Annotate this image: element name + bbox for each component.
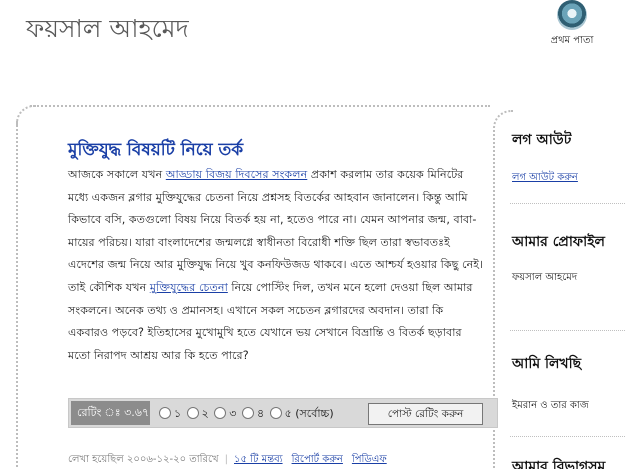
category-heading: আমার বিভাগসমূ (512, 459, 606, 469)
site-title[interactable]: ফয়সাল আহমেদ (26, 9, 189, 52)
home-globe-icon[interactable] (557, 0, 587, 30)
profile-heading: আমার প্রোফাইল (512, 234, 605, 250)
rating-bar: রেটিং ঃ ৩.৬৭ ১ ২ ৩ ৪ ৫ (সর্বোচ্চ) পোস্ট … (68, 398, 498, 428)
post-meta: লেখা হয়েছিল ২০০৬-১২-২০ তারিখে | ১৫ টি মন্… (68, 452, 396, 469)
post-date: লেখা হয়েছিল ২০০৬-১২-২০ তারিখে (68, 454, 219, 465)
rating-value: রেটিং ঃ ৩.৬৭ (71, 401, 150, 425)
post-link-spirit[interactable]: মুক্তিযুদ্ধের চেতনা (150, 281, 228, 294)
sidebar-divider (510, 330, 625, 331)
rating-option-3[interactable]: ৩ (214, 403, 236, 425)
logout-heading: লগ আউট (512, 132, 572, 148)
radio-icon[interactable] (214, 407, 227, 419)
home-link[interactable]: প্রথম পাতা (540, 0, 604, 50)
radio-icon[interactable] (241, 407, 254, 419)
rating-option-5[interactable]: ৫ (সর্বোচ্চ) (269, 403, 334, 425)
writing-item[interactable]: ইমরান ও তার কাজ (512, 398, 589, 415)
rate-post-button[interactable]: পোস্ট রেটিং করুন (368, 403, 483, 425)
sidebar-divider (510, 436, 625, 437)
post-text-2: প্রকাশ করলাম তার কয়েক মিনিটের মধ্যে একজ… (68, 168, 484, 294)
meta-separator: | (224, 454, 228, 465)
logout-link[interactable]: লগ আউট করুন (512, 170, 578, 187)
profile-name[interactable]: ফয়সাল আহমেদ (512, 270, 577, 287)
radio-icon[interactable] (269, 407, 282, 419)
radio-icon[interactable] (159, 407, 171, 419)
frame-left-border (16, 121, 18, 469)
rating-option-4[interactable]: ৪ (241, 403, 264, 425)
rating-option-2[interactable]: ২ (186, 403, 209, 425)
rating-options: ১ ২ ৩ ৪ ৫ (সর্বোচ্চ) (159, 403, 336, 425)
frame-corner (16, 105, 36, 125)
post-link-anthology[interactable]: আড্ডায় বিজয় দিবসের সংকলন (166, 168, 307, 181)
home-label[interactable]: প্রথম পাতা (540, 33, 604, 50)
post-title[interactable]: মুক্তিযুদ্ধ বিষয়টি নিয়ে তর্ক (68, 137, 243, 165)
post-text-1: আজকে সকালে যখন (68, 168, 166, 181)
post-body: আজকে সকালে যখন আড্ডায় বিজয় দিবসের সংকল… (68, 164, 486, 367)
frame-top-border (30, 105, 490, 107)
report-link[interactable]: রিপোর্ট করুন (292, 454, 343, 465)
sidebar-divider (510, 203, 625, 204)
pdf-link[interactable]: পিডিএফ (352, 454, 387, 465)
radio-icon[interactable] (186, 407, 199, 419)
comments-link[interactable]: ১৫ টি মন্তব্য (234, 454, 283, 465)
writing-heading: আমি লিখছি (512, 356, 582, 372)
rating-option-1[interactable]: ১ (159, 403, 181, 425)
